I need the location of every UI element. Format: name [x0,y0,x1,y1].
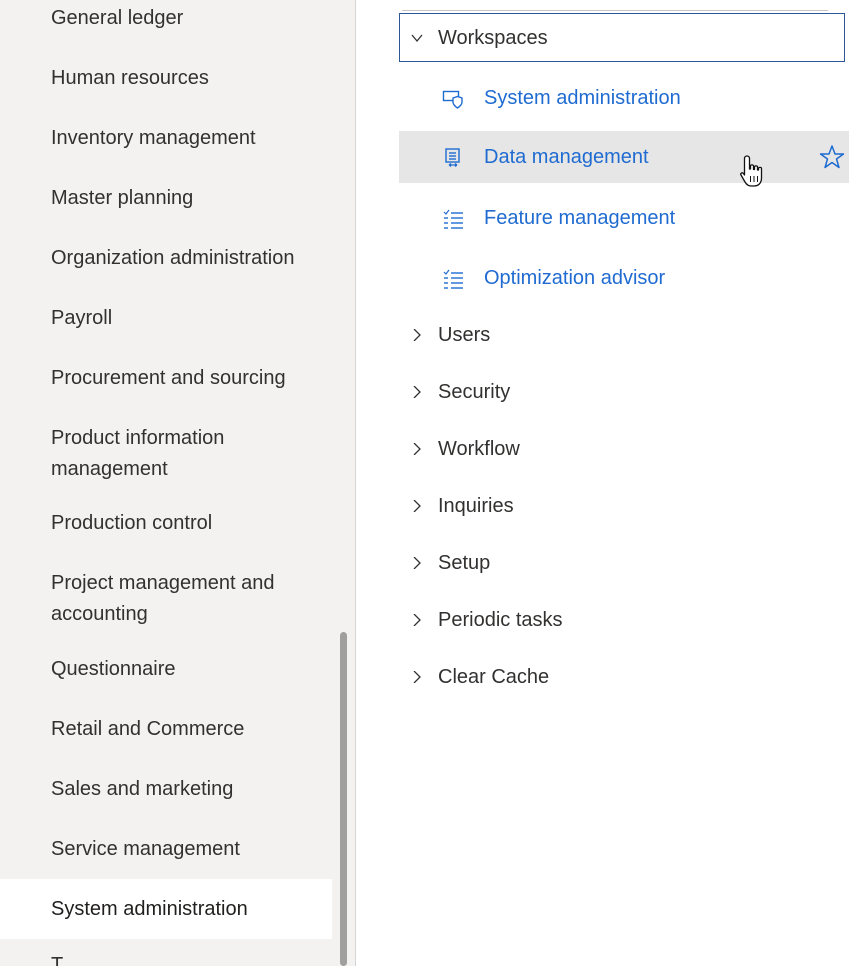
nav-item-project-management-and-accounting[interactable]: Project management and accounting [0,568,332,630]
nav-item-procurement-and-sourcing[interactable]: Procurement and sourcing [0,363,332,394]
group-users[interactable]: Users [438,321,490,349]
chevron-down-icon [411,34,423,43]
group-periodic-tasks[interactable]: Periodic tasks [438,606,563,634]
nav-item-label-line2: management [51,458,168,480]
list-icon [443,209,463,229]
nav-item-organization-administration[interactable]: Organization administration [0,243,332,274]
workspace-link-label[interactable]: Feature management [484,192,675,244]
workspace-link-data-management[interactable]: Data management [399,131,849,183]
workspaces-group-label: Workspaces [438,27,548,49]
pane-divider [355,0,356,966]
chevron-right-icon [413,329,421,341]
chevron-right-icon [413,443,421,455]
nav-item-retail-and-commerce[interactable]: Retail and Commerce [0,714,332,745]
divider-line [402,10,828,11]
nav-item-system-administration[interactable]: System administration [0,879,332,939]
workspace-link-label[interactable]: Data management [484,131,649,183]
nav-item-questionnaire[interactable]: Questionnaire [0,654,332,685]
nav-item-sales-and-marketing[interactable]: Sales and marketing [0,774,332,805]
chevron-right-icon [413,500,421,512]
group-security[interactable]: Security [438,378,510,406]
nav-item-label-line1: Product information [51,427,225,449]
list-icon [443,269,463,289]
hand-cursor-icon [740,155,763,187]
chevron-right-icon [413,614,421,626]
modules-nav-pane: General ledger Human resources Inventory… [0,0,355,966]
nav-item-service-management[interactable]: Service management [0,834,332,865]
chevron-right-icon [413,386,421,398]
nav-item-product-information-management[interactable]: Product information management [0,423,332,485]
workspace-link-label[interactable]: System administration [484,72,681,124]
nav-item-label-line2: accounting [51,603,148,625]
scrollbar-thumb[interactable] [340,632,347,966]
nav-item-partial[interactable]: T... [0,950,332,966]
data-management-icon [445,148,460,168]
chevron-right-icon [413,557,421,569]
nav-item-inventory-management[interactable]: Inventory management [0,123,332,154]
nav-item-payroll[interactable]: Payroll [0,303,332,334]
favorite-star-icon[interactable] [819,144,845,170]
nav-item-general-ledger[interactable]: General ledger [0,3,332,34]
nav-item-label-line1: Project management and [51,572,275,594]
workspace-link-system-administration[interactable]: System administration [399,72,849,124]
group-clear-cache[interactable]: Clear Cache [438,663,549,691]
workspace-link-label[interactable]: Optimization advisor [484,252,665,304]
nav-item-human-resources[interactable]: Human resources [0,63,332,94]
workspace-link-feature-management[interactable]: Feature management [399,192,849,244]
nav-item-master-planning[interactable]: Master planning [0,183,332,214]
group-workflow[interactable]: Workflow [438,435,520,463]
group-inquiries[interactable]: Inquiries [438,492,514,520]
chevron-right-icon [413,671,421,683]
workspace-link-optimization-advisor[interactable]: Optimization advisor [399,252,849,304]
nav-item-production-control[interactable]: Production control [0,508,332,539]
group-setup[interactable]: Setup [438,549,490,577]
shield-screen-icon [442,90,463,109]
